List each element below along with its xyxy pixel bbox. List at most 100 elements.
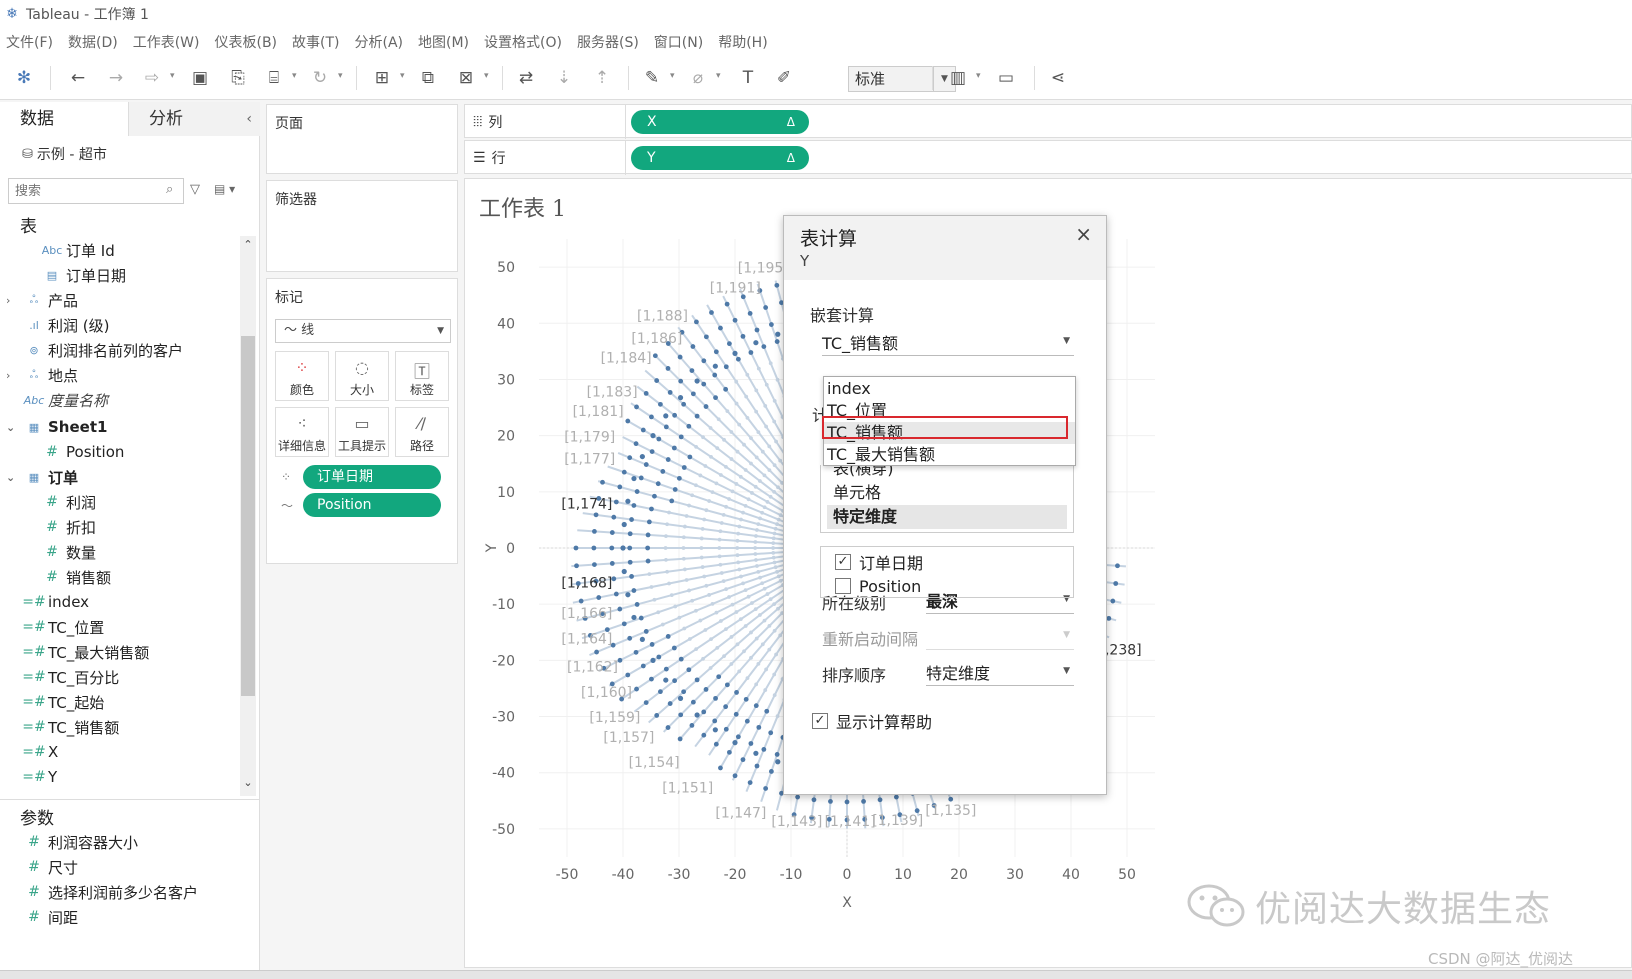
menu-dashboard[interactable]: 仪表板(B): [214, 32, 277, 52]
field-tc-percent[interactable]: =# TC_百分比: [20, 665, 119, 689]
dropdown-option-index[interactable]: index: [824, 378, 1075, 400]
field-x[interactable]: =# X: [20, 740, 58, 764]
datasource-item[interactable]: ⛁ 示例 - 超市: [22, 144, 107, 164]
group-icon[interactable]: ⌀: [686, 66, 710, 90]
redo-icon[interactable]: →: [104, 66, 128, 90]
filter-icon[interactable]: ▽: [190, 182, 200, 197]
show-labels-icon[interactable]: T: [736, 66, 760, 90]
dimension-row-order-date[interactable]: ✓ 订单日期: [835, 551, 923, 573]
replay-caret-icon[interactable]: ▾: [170, 71, 175, 81]
param-top-n-customers[interactable]: # 选择利润前多少名客户: [20, 880, 198, 904]
save-icon[interactable]: ▣: [188, 66, 212, 90]
replay-icon[interactable]: ⇨: [140, 66, 164, 90]
menu-analysis[interactable]: 分析(A): [355, 32, 404, 52]
table-sheet1[interactable]: ⌄ ▦ Sheet1: [6, 415, 107, 439]
field-profit[interactable]: # 利润: [38, 490, 96, 514]
group-caret-icon[interactable]: ▾: [716, 71, 721, 81]
x-pill[interactable]: X Δ: [631, 110, 809, 134]
chevron-right-icon[interactable]: ›: [6, 369, 10, 382]
presentation-icon[interactable]: ▭: [994, 66, 1018, 90]
collapse-icon[interactable]: ‹: [246, 102, 252, 136]
param-profit-bin-size[interactable]: # 利润容器大小: [20, 830, 138, 854]
new-worksheet-caret-icon[interactable]: ▾: [400, 71, 405, 81]
label-button[interactable]: 🅃 标签: [395, 351, 449, 401]
field-quantity[interactable]: # 数量: [38, 540, 96, 564]
menu-help[interactable]: 帮助(H): [718, 32, 767, 52]
dropdown-option-tc-max-sales[interactable]: TC_最大销售额: [824, 444, 1075, 466]
filters-card[interactable]: 筛选器: [266, 180, 458, 272]
menu-data[interactable]: 数据(D): [68, 32, 118, 52]
view-options-icon[interactable]: ▤ ▾: [214, 182, 235, 196]
swap-icon[interactable]: ⇄: [514, 66, 538, 90]
search-input[interactable]: [8, 178, 184, 204]
nested-calc-select[interactable]: TC_销售额 ▼: [822, 330, 1074, 356]
position-pill[interactable]: Position: [303, 493, 441, 517]
table-orders[interactable]: ⌄ ▦ 订单: [6, 465, 78, 489]
field-tc-max-sales[interactable]: =# TC_最大销售额: [20, 640, 149, 664]
chevron-right-icon[interactable]: ›: [6, 294, 10, 307]
duplicate-icon[interactable]: ⧉: [416, 66, 440, 90]
compute-option-cell[interactable]: 单元格: [833, 481, 881, 505]
close-icon[interactable]: ×: [1075, 222, 1092, 246]
new-datasource-icon[interactable]: ⎘: [226, 66, 250, 90]
param-spacing[interactable]: # 间距: [20, 905, 78, 929]
restart-select[interactable]: ▼: [926, 624, 1074, 650]
refresh-icon[interactable]: ↻: [308, 66, 332, 90]
show-me-caret-icon[interactable]: ▾: [976, 71, 981, 81]
menu-map[interactable]: 地图(M): [418, 32, 469, 52]
field-y[interactable]: =# Y: [20, 765, 57, 789]
chevron-down-icon[interactable]: ⌄: [6, 421, 15, 434]
field-order-id[interactable]: Abc 订单 Id: [38, 238, 115, 262]
field-top-customers[interactable]: ⊚ 利润排名前列的客户: [20, 338, 183, 362]
menu-file[interactable]: 文件(F): [6, 32, 53, 52]
scrollbar-thumb[interactable]: [241, 336, 255, 696]
pause-caret-icon[interactable]: ▾: [292, 71, 297, 81]
field-tc-start[interactable]: =# TC_起始: [20, 690, 104, 714]
menu-story[interactable]: 故事(T): [292, 32, 339, 52]
field-index[interactable]: =# index: [20, 590, 89, 614]
color-button[interactable]: ⁘ 颜色: [275, 351, 329, 401]
field-sales[interactable]: # 销售额: [38, 565, 111, 589]
param-size[interactable]: # 尺寸: [20, 855, 78, 879]
y-pill[interactable]: Y Δ: [631, 146, 809, 170]
search-icon[interactable]: ⌕: [166, 182, 173, 197]
field-discount[interactable]: # 折扣: [38, 515, 96, 539]
field-profit-bins[interactable]: .ıl 利润 (级): [20, 313, 109, 337]
tab-analysis[interactable]: 分析 ‹: [128, 102, 260, 136]
pin-icon[interactable]: ✐: [772, 66, 796, 90]
sort-ascending-icon[interactable]: ⇣: [552, 66, 576, 90]
undo-icon[interactable]: ←: [66, 66, 90, 90]
data-pane-scrollbar[interactable]: ⌃ ⌄: [240, 236, 256, 796]
field-order-date[interactable]: ▤ 订单日期: [38, 263, 126, 287]
menu-window[interactable]: 窗口(N): [654, 32, 703, 52]
scroll-up-icon[interactable]: ⌃: [240, 238, 256, 251]
show-help-checkbox-row[interactable]: ✓ 显示计算帮助: [812, 710, 932, 732]
highlight-caret-icon[interactable]: ▾: [670, 71, 675, 81]
field-measure-names[interactable]: Abc 度量名称: [20, 388, 108, 412]
sort-descending-icon[interactable]: ⇡: [590, 66, 614, 90]
size-button[interactable]: ◌ 大小: [335, 351, 389, 401]
detail-button[interactable]: ⁖ 详细信息: [275, 407, 329, 457]
field-tc-sales[interactable]: =# TC_销售额: [20, 715, 119, 739]
clear-sheet-icon[interactable]: ⊠: [454, 66, 478, 90]
highlight-icon[interactable]: ✎: [640, 66, 664, 90]
columns-shelf[interactable]: ⦙⦙⦙ 列 X Δ: [464, 104, 1632, 139]
field-position[interactable]: # Position: [38, 440, 124, 464]
tooltip-button[interactable]: ▭ 工具提示: [335, 407, 389, 457]
mark-type-select[interactable]: 〜 线 ▼: [275, 319, 451, 343]
field-location[interactable]: › ஃ 地点: [6, 363, 78, 387]
field-product[interactable]: › ஃ 产品: [6, 288, 78, 312]
order-date-pill[interactable]: 订单日期: [303, 465, 441, 489]
share-icon[interactable]: ⋖: [1046, 66, 1070, 90]
show-help-checkbox[interactable]: ✓: [812, 713, 828, 729]
show-me-icon[interactable]: ▥: [946, 66, 970, 90]
pages-card[interactable]: 页面: [266, 104, 458, 174]
pause-update-icon[interactable]: ⌸: [262, 66, 286, 90]
sheet-tabs-bar[interactable]: [0, 970, 1632, 979]
tab-data[interactable]: 数据: [0, 102, 128, 136]
menu-server[interactable]: 服务器(S): [577, 32, 639, 52]
fit-select[interactable]: 标准 ▼: [848, 66, 956, 92]
path-button[interactable]: ⁄∕ 路径: [395, 407, 449, 457]
menu-format[interactable]: 设置格式(O): [484, 32, 562, 52]
tableau-start-icon[interactable]: ✻: [12, 66, 36, 90]
